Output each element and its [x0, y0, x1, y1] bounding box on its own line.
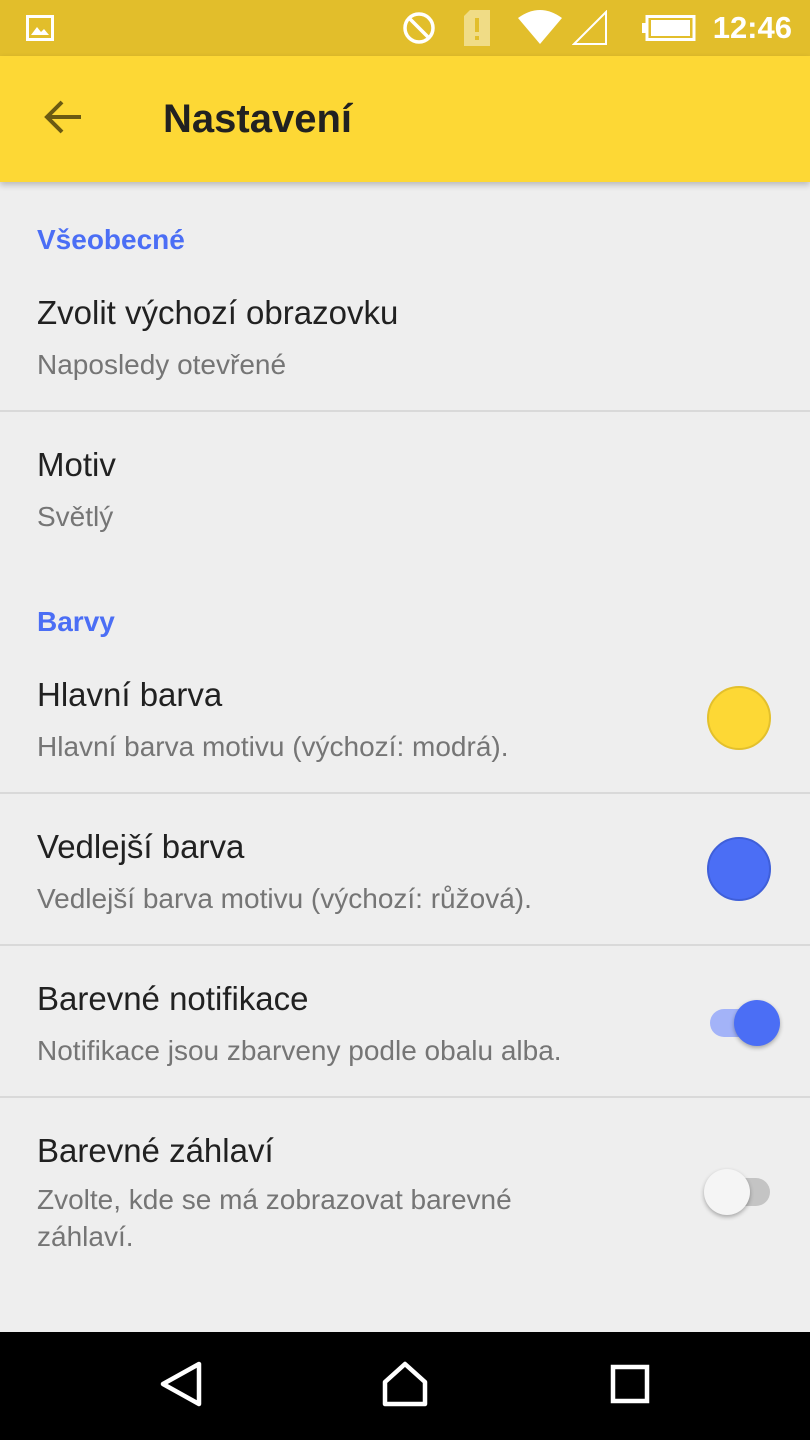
- pref-title: Vedlejší barva: [37, 828, 245, 865]
- clock: 12:46: [712, 10, 792, 45]
- nav-recents-button[interactable]: [600, 1356, 660, 1416]
- pref-title: Barevné notifikace: [37, 980, 309, 1017]
- pref-summary: Vedlejší barva motivu (výchozí: růžová).: [37, 883, 532, 914]
- app-bar: Nastavení: [0, 56, 810, 182]
- pref-accent-color[interactable]: Vedlejší barva Vedlejší barva motivu (vý…: [0, 794, 810, 944]
- pref-summary: Zvolte, kde se má zobrazovat barevné záh…: [37, 1184, 512, 1252]
- pref-summary: Notifikace jsou zbarveny podle obalu alb…: [37, 1035, 562, 1066]
- arrow-back-icon: [43, 99, 83, 140]
- navigation-bar: [0, 1332, 810, 1440]
- pref-colored-header[interactable]: Barevné záhlaví Zvolte, kde se má zobraz…: [0, 1098, 810, 1288]
- primary-color-swatch[interactable]: [707, 686, 771, 750]
- colored-notifications-toggle[interactable]: [706, 998, 780, 1048]
- page-title: Nastavení: [163, 97, 352, 141]
- pref-summary: Světlý: [37, 501, 114, 532]
- settings-list[interactable]: Všeobecné Zvolit výchozí obrazovku Napos…: [0, 182, 810, 1332]
- back-button[interactable]: [30, 86, 96, 152]
- sim-alert-icon: [462, 0, 492, 56]
- pref-title: Hlavní barva: [37, 676, 223, 713]
- wifi-icon: [517, 0, 563, 56]
- nav-home-button[interactable]: [375, 1356, 435, 1416]
- do-not-disturb-icon: [402, 0, 436, 56]
- pref-summary: Hlavní barva motivu (výchozí: modrá).: [37, 731, 509, 762]
- nav-back-button[interactable]: [151, 1356, 211, 1416]
- section-header-general: Všeobecné: [37, 224, 185, 255]
- section-header-colors: Barvy: [37, 606, 115, 637]
- colored-header-toggle[interactable]: [704, 1167, 780, 1217]
- battery-icon: [642, 0, 696, 56]
- pref-title: Zvolit výchozí obrazovku: [37, 294, 399, 331]
- accent-color-swatch[interactable]: [707, 837, 771, 901]
- pref-theme[interactable]: Motiv Světlý: [0, 412, 810, 552]
- pref-title: Motiv: [37, 446, 116, 483]
- pref-primary-color[interactable]: Hlavní barva Hlavní barva motivu (výchoz…: [0, 656, 810, 792]
- image-icon: [26, 0, 54, 56]
- pref-title: Barevné záhlaví: [37, 1132, 274, 1169]
- back-triangle-icon: [159, 1360, 203, 1413]
- cell-signal-icon: [572, 0, 608, 56]
- pref-colored-notifications[interactable]: Barevné notifikace Notifikace jsou zbarv…: [0, 946, 810, 1096]
- pref-default-screen[interactable]: Zvolit výchozí obrazovku Naposledy otevř…: [0, 274, 810, 411]
- pref-summary: Naposledy otevřené: [37, 349, 287, 380]
- status-bar: 12:46: [0, 0, 810, 56]
- recents-square-icon: [610, 1364, 650, 1409]
- home-icon: [381, 1360, 429, 1413]
